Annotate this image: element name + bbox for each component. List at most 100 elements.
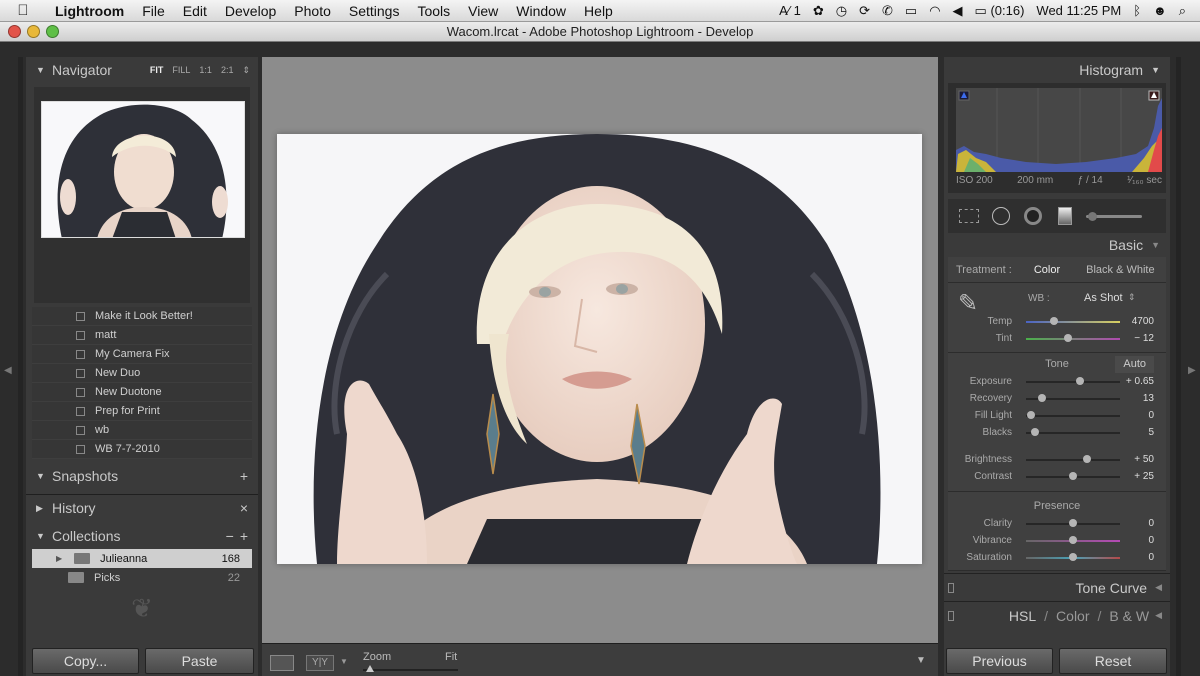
wb-dropdown-icon[interactable]: ⇕ (1128, 292, 1136, 303)
previous-button[interactable]: Previous (946, 648, 1053, 674)
slider-track[interactable] (1026, 472, 1120, 480)
slider-value[interactable]: 5 (1148, 427, 1154, 438)
slider-knob[interactable] (1026, 411, 1035, 419)
collapse-triangle-icon[interactable]: ▼ (36, 65, 52, 75)
copy-button[interactable]: Copy... (32, 648, 139, 674)
right-scrollbar[interactable] (1176, 57, 1181, 676)
clock[interactable]: Wed 11:25 PM (1036, 3, 1121, 18)
minimize-window-button[interactable] (27, 25, 40, 38)
slider-track[interactable] (1026, 428, 1120, 436)
slider-value[interactable]: 13 (1143, 393, 1154, 404)
slider-value[interactable]: 0 (1148, 535, 1154, 546)
wifi-icon[interactable]: ◠ (929, 3, 940, 19)
battery-icon[interactable]: ▭ (0:16) (975, 3, 1025, 19)
collapse-triangle-icon[interactable]: ▼ (1151, 65, 1160, 75)
panel-switch-icon[interactable] (948, 582, 954, 593)
clear-history-button[interactable]: × (240, 500, 258, 516)
zoom-window-button[interactable] (46, 25, 59, 38)
wacom-icon[interactable]: ✿ (813, 3, 824, 19)
paste-button[interactable]: Paste (145, 648, 254, 674)
expand-triangle-icon[interactable]: ▶ (36, 503, 52, 514)
time-machine-icon[interactable]: ◷ (836, 3, 847, 19)
menu-file[interactable]: File (133, 3, 174, 19)
apple-menu[interactable]:  (0, 2, 46, 19)
zoom-slider[interactable] (363, 665, 458, 672)
close-window-button[interactable] (8, 25, 21, 38)
collections-header[interactable]: ▼ Collections − + (26, 523, 258, 549)
menu-develop[interactable]: Develop (216, 3, 285, 19)
collapse-triangle-icon[interactable]: ▼ (36, 471, 52, 481)
slider-knob[interactable] (1050, 317, 1059, 325)
slider-knob[interactable] (1075, 377, 1084, 385)
slider-knob[interactable] (1069, 519, 1077, 527)
app-menu[interactable]: Lightroom (46, 3, 133, 19)
slider-knob[interactable] (1069, 536, 1077, 544)
spotlight-icon[interactable]: ⌕ (1179, 3, 1186, 19)
bw-tab[interactable]: B & W (1109, 608, 1155, 624)
zoom-fit-option[interactable]: FIT (150, 65, 164, 76)
collapse-triangle-icon[interactable]: ▼ (1151, 240, 1160, 250)
left-scrollbar[interactable] (18, 57, 23, 676)
slider-track[interactable] (1026, 455, 1120, 463)
zoom-slider-knob[interactable] (366, 665, 374, 672)
wb-select[interactable]: As Shot (1084, 292, 1123, 304)
menu-edit[interactable]: Edit (174, 3, 216, 19)
slider-track[interactable] (1026, 334, 1120, 342)
expand-triangle-icon[interactable]: ▶ (56, 554, 62, 563)
slider-value[interactable]: 4700 (1132, 316, 1154, 327)
preset-item[interactable]: My Camera Fix (32, 345, 252, 364)
collection-item-picks[interactable]: Picks 22 (32, 568, 252, 587)
left-panel-toggle-icon[interactable]: ◀ (4, 365, 12, 376)
sync-icon[interactable]: ⟳ (859, 3, 870, 19)
right-panel-toggle-icon[interactable]: ▶ (1188, 365, 1196, 376)
color-tab[interactable]: Color (1056, 608, 1089, 624)
panel-switch-icon[interactable] (948, 610, 954, 621)
slider-track[interactable] (1026, 411, 1120, 419)
zoom-fill-option[interactable]: FILL (172, 65, 190, 76)
snapshots-header[interactable]: ▼ Snapshots + (26, 463, 258, 489)
loupe-view-button[interactable] (270, 655, 294, 671)
collapse-triangle-icon[interactable]: ▼ (36, 531, 52, 541)
slider-knob[interactable] (1083, 455, 1092, 463)
expand-triangle-icon[interactable]: ◀ (1155, 582, 1170, 593)
slider-track[interactable] (1026, 519, 1120, 527)
basic-header[interactable]: Basic ▼ (944, 233, 1170, 257)
histogram-graph[interactable] (956, 88, 1162, 172)
preset-item[interactable]: New Duo (32, 364, 252, 383)
image-canvas[interactable] (262, 57, 938, 644)
history-header[interactable]: ▶ History × (26, 495, 258, 521)
expand-triangle-icon[interactable]: ◀ (1155, 610, 1170, 621)
phone-icon[interactable]: ✆ (882, 3, 893, 19)
crop-tool-icon[interactable] (958, 205, 980, 227)
menu-window[interactable]: Window (507, 3, 575, 19)
zoom-dropdown-icon[interactable]: ⇕ (242, 65, 250, 76)
slider-value[interactable]: 0 (1148, 518, 1154, 529)
toolbar-options-dropdown-icon[interactable]: ▼ (916, 655, 926, 666)
treatment-color-option[interactable]: Color (1034, 264, 1060, 276)
zoom-1-1-option[interactable]: 1:1 (199, 65, 212, 76)
slider-track[interactable] (1026, 317, 1120, 325)
spot-removal-tool-icon[interactable] (990, 205, 1012, 227)
before-after-button[interactable]: Y|Y (306, 655, 334, 671)
before-after-dropdown-icon[interactable]: ▼ (340, 657, 348, 666)
slider-knob[interactable] (1064, 334, 1073, 342)
preset-item[interactable]: New Duotone (32, 383, 252, 402)
reset-button[interactable]: Reset (1059, 648, 1167, 674)
slider-knob[interactable] (1069, 472, 1077, 480)
slider-knob[interactable] (1069, 553, 1077, 561)
user-icon[interactable]: ☻ (1153, 3, 1167, 18)
volume-icon[interactable]: ◀ (953, 3, 963, 19)
menu-settings[interactable]: Settings (340, 3, 409, 19)
slider-value[interactable]: 0 (1148, 410, 1154, 421)
slider-track[interactable] (1026, 553, 1120, 561)
zoom-2-1-option[interactable]: 2:1 (221, 65, 234, 76)
menu-photo[interactable]: Photo (285, 3, 340, 19)
add-collection-button[interactable]: + (240, 528, 258, 544)
slider-knob[interactable] (1037, 394, 1046, 402)
slider-value[interactable]: + 50 (1134, 454, 1154, 465)
slider-track[interactable] (1026, 394, 1120, 402)
slider-value[interactable]: + 0.65 (1126, 376, 1154, 387)
main-photo[interactable] (277, 134, 922, 564)
slider-knob[interactable] (1031, 428, 1040, 436)
menu-tools[interactable]: Tools (408, 3, 459, 19)
